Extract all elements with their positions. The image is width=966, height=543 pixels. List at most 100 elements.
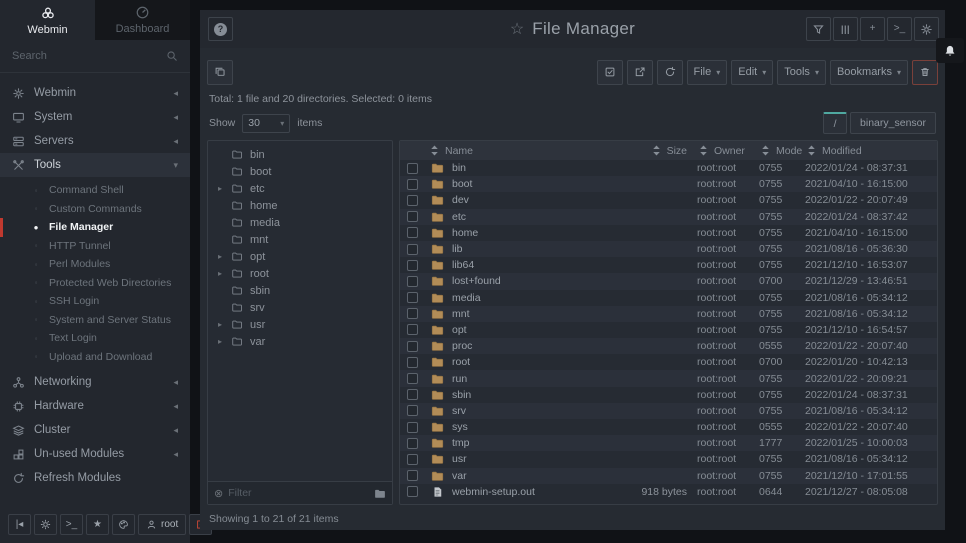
tab-webmin[interactable]: Webmin — [0, 0, 95, 40]
sidebar-item-webmin[interactable]: Webmin◂ — [0, 81, 190, 105]
file-name[interactable]: home — [452, 227, 617, 239]
delete-button[interactable] — [912, 60, 938, 85]
expander-icon[interactable]: ▸ — [216, 252, 224, 261]
file-name[interactable]: srv — [452, 405, 617, 417]
file-name[interactable]: lost+found — [452, 275, 617, 287]
tree-item-etc[interactable]: ▸etc — [208, 180, 392, 197]
table-row[interactable]: lib64root:root07552021/12/10 - 16:53:07 — [400, 257, 937, 273]
sidebar-item-system[interactable]: System◂ — [0, 105, 190, 129]
sidebar-item-refresh-modules[interactable]: Refresh Modules — [0, 466, 190, 490]
refresh-list-button[interactable] — [657, 60, 683, 85]
file-menu-button[interactable]: File▾ — [687, 60, 728, 85]
file-name[interactable]: tmp — [452, 437, 617, 449]
export-button[interactable] — [627, 60, 653, 85]
row-checkbox[interactable] — [407, 405, 418, 416]
sidebar-subitem-system-and-server-status[interactable]: ◦System and Server Status — [0, 311, 190, 330]
settings-button[interactable] — [914, 17, 939, 41]
sidebar-subitem-ssh-login[interactable]: ◦SSH Login — [0, 292, 190, 311]
table-row[interactable]: rootroot:root07002022/01/20 - 10:42:13 — [400, 354, 937, 370]
table-row[interactable]: optroot:root07552021/12/10 - 16:54:57 — [400, 322, 937, 338]
notifications-button[interactable] — [936, 38, 964, 63]
table-row[interactable]: runroot:root07552022/01/22 - 20:09:21 — [400, 370, 937, 386]
row-checkbox[interactable] — [407, 454, 418, 465]
sidebar-subitem-http-tunnel[interactable]: ◦HTTP Tunnel — [0, 237, 190, 256]
table-row[interactable]: webmin-setup.out918 bytesroot:root064420… — [400, 484, 937, 500]
table-row[interactable]: srvroot:root07552021/08/16 - 05:34:12 — [400, 403, 937, 419]
file-name[interactable]: mnt — [452, 308, 617, 320]
table-row[interactable]: binroot:root07552022/01/24 - 08:37:31 — [400, 160, 937, 176]
row-checkbox[interactable] — [407, 486, 418, 497]
row-checkbox[interactable] — [407, 163, 418, 174]
table-row[interactable]: lost+foundroot:root07002021/12/29 - 13:4… — [400, 273, 937, 289]
tree-item-mnt[interactable]: mnt — [208, 231, 392, 248]
table-row[interactable]: sysroot:root05552022/01/22 - 20:07:40 — [400, 419, 937, 435]
sidebar-subitem-text-login[interactable]: ◦Text Login — [0, 329, 190, 348]
tree-item-home[interactable]: home — [208, 197, 392, 214]
file-name[interactable]: bin — [452, 162, 617, 174]
filter-button[interactable] — [806, 17, 831, 41]
row-checkbox[interactable] — [407, 308, 418, 319]
column-header-size[interactable]: Size — [617, 144, 697, 157]
column-header-modified[interactable]: Modified — [805, 144, 937, 157]
table-row[interactable]: tmproot:root17772022/01/25 - 10:00:03 — [400, 435, 937, 451]
tree-item-root[interactable]: ▸root — [208, 265, 392, 282]
tree-item-srv[interactable]: srv — [208, 299, 392, 316]
sidebar-subitem-command-shell[interactable]: ◦Command Shell — [0, 181, 190, 200]
row-checkbox[interactable] — [407, 227, 418, 238]
row-checkbox[interactable] — [407, 244, 418, 255]
help-button[interactable]: ? — [208, 17, 233, 41]
open-shell-button[interactable]: >_ — [60, 514, 83, 535]
row-checkbox[interactable] — [407, 470, 418, 481]
row-checkbox[interactable] — [407, 211, 418, 222]
current-user-button[interactable]: root — [138, 514, 186, 535]
column-header-name[interactable]: Name — [424, 144, 617, 157]
column-header-owner[interactable]: Owner — [697, 144, 759, 157]
tree-item-bin[interactable]: bin — [208, 146, 392, 163]
tree-item-sbin[interactable]: sbin — [208, 282, 392, 299]
sidebar-item-networking[interactable]: Networking◂ — [0, 370, 190, 394]
expander-icon[interactable]: ▸ — [216, 269, 224, 278]
table-row[interactable]: varroot:root07552021/12/10 - 17:01:55 — [400, 468, 937, 484]
file-name[interactable]: root — [452, 356, 617, 368]
row-checkbox[interactable] — [407, 195, 418, 206]
theme-light-button[interactable] — [34, 514, 57, 535]
sidebar-subitem-protected-web-directories[interactable]: ◦Protected Web Directories — [0, 274, 190, 293]
file-name[interactable]: sbin — [452, 389, 617, 401]
table-row[interactable]: usrroot:root07552021/08/16 - 05:34:12 — [400, 451, 937, 467]
table-row[interactable]: sbinroot:root07552022/01/24 - 08:37:31 — [400, 387, 937, 403]
search-input[interactable] — [12, 50, 166, 62]
file-name[interactable]: var — [452, 470, 617, 482]
breadcrumb-current-button[interactable]: binary_sensor — [850, 112, 936, 134]
table-row[interactable]: mediaroot:root07552021/08/16 - 05:34:12 — [400, 290, 937, 306]
row-checkbox[interactable] — [407, 422, 418, 433]
row-checkbox[interactable] — [407, 373, 418, 384]
row-checkbox[interactable] — [407, 357, 418, 368]
sidebar-subitem-file-manager[interactable]: ●File Manager — [0, 218, 190, 237]
terminal-button[interactable]: >_ — [887, 17, 912, 41]
tree-item-boot[interactable]: boot — [208, 163, 392, 180]
tree-filter-input[interactable] — [228, 487, 369, 499]
file-name[interactable]: proc — [452, 340, 617, 352]
row-checkbox[interactable] — [407, 341, 418, 352]
copy-path-button[interactable] — [207, 60, 233, 85]
file-name[interactable]: usr — [452, 453, 617, 465]
tree-folder-button[interactable] — [374, 488, 386, 499]
file-name[interactable]: run — [452, 373, 617, 385]
columns-button[interactable]: ||| — [833, 17, 858, 41]
table-row[interactable]: bootroot:root07552021/04/10 - 16:15:00 — [400, 176, 937, 192]
theme-palette-button[interactable] — [112, 514, 135, 535]
file-name[interactable]: webmin-setup.out — [452, 486, 617, 498]
tree-item-var[interactable]: ▸var — [208, 333, 392, 350]
breadcrumb-root-button[interactable]: / — [823, 112, 847, 134]
sidebar-item-un-used-modules[interactable]: Un-used Modules◂ — [0, 442, 190, 466]
row-checkbox[interactable] — [407, 292, 418, 303]
tools-menu-button[interactable]: Tools▾ — [777, 60, 826, 85]
sidebar-item-cluster[interactable]: Cluster◂ — [0, 418, 190, 442]
tab-dashboard[interactable]: Dashboard — [95, 0, 190, 40]
file-name[interactable]: sys — [452, 421, 617, 433]
file-name[interactable]: etc — [452, 211, 617, 223]
row-checkbox[interactable] — [407, 260, 418, 271]
file-name[interactable]: lib64 — [452, 259, 617, 271]
table-row[interactable]: devroot:root07552022/01/22 - 20:07:49 — [400, 192, 937, 208]
tree-item-opt[interactable]: ▸opt — [208, 248, 392, 265]
